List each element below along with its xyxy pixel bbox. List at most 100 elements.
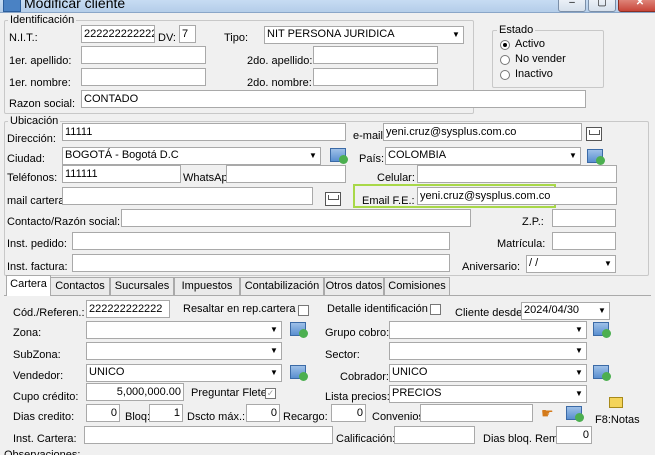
sector-select[interactable]: ▼ xyxy=(389,342,587,360)
subzona-label: SubZona: xyxy=(13,349,61,361)
chevron-down-icon: ▼ xyxy=(604,259,612,268)
radio-activo[interactable] xyxy=(500,40,510,50)
email-input[interactable]: yeni.cruz@sysplus.com.co xyxy=(383,123,582,141)
nom2-input[interactable] xyxy=(313,68,438,86)
grupo-cobro-select[interactable]: ▼ xyxy=(389,321,587,339)
dias-bloq-input[interactable]: 0 xyxy=(556,426,592,444)
zona-label: Zona: xyxy=(13,327,42,339)
resaltar-label: Resaltar en rep.cartera xyxy=(183,303,296,315)
telefonos-label: Teléfonos: xyxy=(7,172,58,184)
grid-lookup-icon[interactable] xyxy=(330,148,348,164)
cliente-desde-label: Cliente desde: xyxy=(455,307,526,319)
tab-contactos[interactable]: Contactos xyxy=(50,277,110,295)
tab-contabilizacion[interactable]: Contabilización xyxy=(240,277,324,295)
razon-input[interactable]: CONTADO xyxy=(81,90,586,108)
pais-value: COLOMBIA xyxy=(388,149,447,161)
inst-pedido-label: Inst. pedido: xyxy=(7,238,67,250)
mail-cartera-label: mail cartera: xyxy=(7,195,68,207)
vendedor-value: UNICO xyxy=(89,366,125,378)
email-fe-label: Email F.E.: xyxy=(362,195,415,207)
arrow-icon xyxy=(602,372,611,381)
inst-cartera-input[interactable] xyxy=(84,426,333,444)
chevron-down-icon: ▼ xyxy=(569,151,577,160)
chevron-down-icon: ▼ xyxy=(270,368,278,377)
contacto-label: Contacto/Razón social: xyxy=(7,216,121,228)
ape1-input[interactable] xyxy=(81,46,206,64)
tab-otros-datos[interactable]: Otros datos xyxy=(324,277,384,295)
cupo-input[interactable]: 5,000,000.00 xyxy=(86,383,184,401)
nit-input[interactable]: 222222222222 xyxy=(81,25,155,43)
zona-select[interactable]: ▼ xyxy=(86,321,282,339)
inactivo-label: Inactivo xyxy=(515,68,553,80)
hand-pointer-icon[interactable]: ☛ xyxy=(541,405,554,422)
direccion-input[interactable]: 11111 xyxy=(62,123,346,141)
cupo-label: Cupo crédito: xyxy=(13,391,79,403)
chevron-down-icon: ▼ xyxy=(270,346,278,355)
ubicacion-legend: Ubicación xyxy=(8,115,61,127)
grid-lookup-icon[interactable] xyxy=(290,322,308,338)
radio-inactivo[interactable] xyxy=(500,70,510,80)
tab-sucursales[interactable]: Sucursales xyxy=(110,277,174,295)
matricula-input[interactable] xyxy=(552,232,616,250)
bloq-label: Bloq: xyxy=(125,411,151,423)
resaltar-checkbox[interactable] xyxy=(298,305,309,316)
grid-lookup-icon[interactable] xyxy=(593,365,611,381)
close-button[interactable]: ✕ xyxy=(618,0,655,12)
convenios-label: Convenios: xyxy=(372,411,428,423)
detalle-checkbox[interactable] xyxy=(430,304,441,315)
maximize-button[interactable]: ▢ xyxy=(588,0,616,12)
calificacion-input[interactable] xyxy=(394,426,475,444)
ape2-label: 2do. apellido: xyxy=(247,55,313,67)
mail-cartera-input[interactable] xyxy=(62,187,313,205)
contacto-input[interactable] xyxy=(121,209,471,227)
tab-impuestos[interactable]: Impuestos xyxy=(174,277,240,295)
nit-label: N.I.T.: xyxy=(9,32,38,44)
detalle-label: Detalle identificación xyxy=(327,303,428,315)
inst-factura-input[interactable] xyxy=(72,254,450,272)
nom1-label: 1er. nombre: xyxy=(9,77,71,89)
whatsapp-input[interactable] xyxy=(226,165,346,183)
envelope-icon[interactable] xyxy=(586,127,602,141)
dv-input[interactable]: 7 xyxy=(179,25,196,43)
no-vender-label: No vender xyxy=(515,53,566,65)
chevron-down-icon: ▼ xyxy=(309,151,317,160)
tab-comisiones[interactable]: Comisiones xyxy=(384,277,450,295)
tab-cartera[interactable]: Cartera xyxy=(6,275,51,296)
cobrador-select[interactable]: UNICO ▼ xyxy=(389,364,587,382)
aniversario-picker[interactable]: / / ▼ xyxy=(526,255,616,273)
vendedor-select[interactable]: UNICO ▼ xyxy=(86,364,282,382)
telefonos-input[interactable]: 111111 xyxy=(62,165,181,183)
tipo-select[interactable]: NIT PERSONA JURIDICA ▼ xyxy=(264,26,464,44)
recargo-input[interactable]: 0 xyxy=(331,404,366,422)
grid-lookup-icon[interactable] xyxy=(566,406,584,422)
lista-precios-select[interactable]: PRECIOS ▼ xyxy=(389,385,587,403)
cliente-desde-picker[interactable]: 2024/04/30 ▼ xyxy=(521,302,610,320)
nom1-input[interactable] xyxy=(81,68,206,86)
cod-ref-input[interactable]: 222222222222 xyxy=(86,300,170,318)
notes-icon[interactable] xyxy=(609,397,623,408)
convenios-input[interactable] xyxy=(420,404,533,422)
ciudad-select[interactable]: BOGOTÁ - Bogotá D.C ▼ xyxy=(62,147,321,165)
grid-lookup-icon[interactable] xyxy=(593,322,611,338)
notas-label[interactable]: F8:Notas xyxy=(595,414,640,426)
nom2-label: 2do. nombre: xyxy=(247,77,312,89)
ape2-input[interactable] xyxy=(313,46,438,64)
title-bar: Modificar cliente – ▢ ✕ xyxy=(0,0,655,13)
grid-lookup-icon[interactable] xyxy=(587,149,605,165)
pais-select[interactable]: COLOMBIA ▼ xyxy=(385,147,581,165)
zp-input[interactable] xyxy=(552,209,616,227)
subzona-select[interactable]: ▼ xyxy=(86,342,282,360)
dias-credito-input[interactable]: 0 xyxy=(86,404,120,422)
dscto-input[interactable]: 0 xyxy=(246,404,280,422)
radio-no-vender[interactable] xyxy=(500,55,510,65)
inst-pedido-input[interactable] xyxy=(72,232,450,250)
grid-lookup-icon[interactable] xyxy=(290,365,308,381)
chevron-down-icon: ▼ xyxy=(270,325,278,334)
minimize-button[interactable]: – xyxy=(558,0,586,12)
bloq-input[interactable]: 1 xyxy=(149,404,183,422)
arrow-icon xyxy=(299,372,308,381)
celular-input[interactable] xyxy=(417,165,617,183)
envelope-icon[interactable] xyxy=(325,192,341,206)
preguntar-flete-checkbox[interactable]: ✓ xyxy=(265,388,276,399)
email-fe-input[interactable]: yeni.cruz@sysplus.com.co xyxy=(417,187,617,205)
